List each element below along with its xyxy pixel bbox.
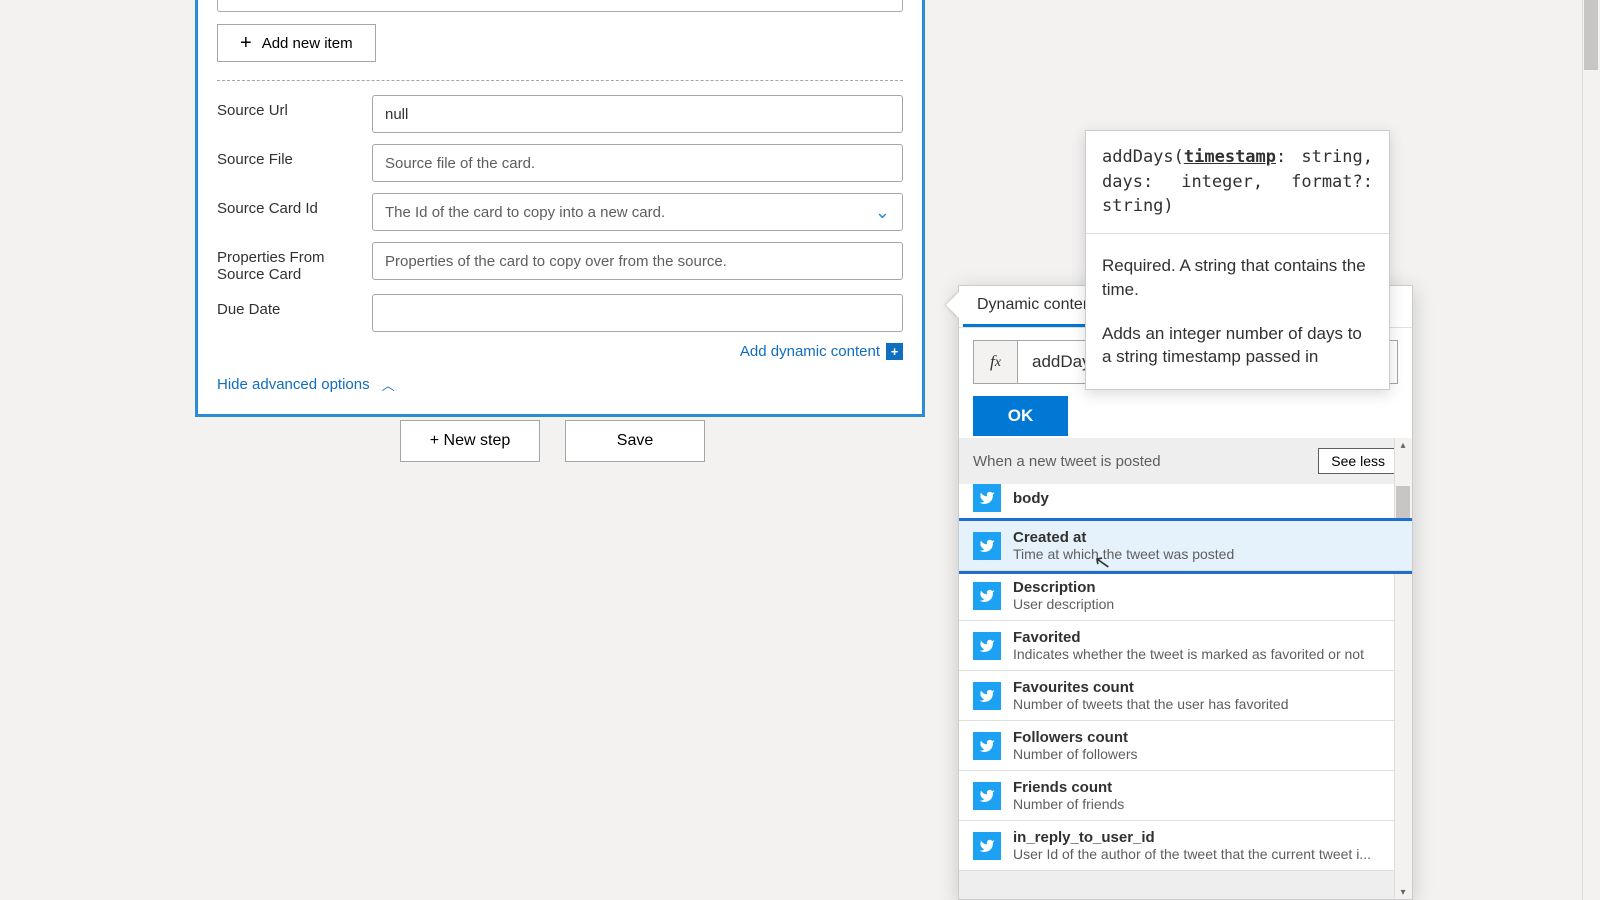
source-file-placeholder: Source file of the card. [385,155,535,172]
dynamic-item-title: Created at [1013,529,1398,546]
dynamic-item-title: in_reply_to_user_id [1013,829,1398,846]
source-card-id-row: Source Card Id The Id of the card to cop… [198,193,922,242]
tooltip-sig-param: timestamp [1184,147,1276,167]
dynamic-content-item[interactable]: in_reply_to_user_idUser Id of the author… [959,821,1412,871]
twitter-icon [973,732,1001,760]
chevron-up-icon: ︿ [382,375,395,394]
tooltip-signature: addDays(timestamp: string, days: integer… [1086,131,1389,234]
tooltip-desc-required: Required. A string that contains the tim… [1102,254,1373,302]
dynamic-item-text: Followers countNumber of followers [1013,729,1398,762]
scroll-up-icon[interactable]: ▴ [1396,438,1410,452]
dynamic-item-title: body [1013,490,1398,507]
source-card-id-label: Source Card Id [217,193,372,217]
tooltip-description: Required. A string that contains the tim… [1086,234,1389,389]
tooltip-sig-prefix: addDays( [1102,147,1184,167]
twitter-icon [973,532,1001,560]
see-less-button[interactable]: See less [1318,448,1398,474]
source-url-row: Source Url null [198,95,922,144]
page-scrollbar-thumb[interactable] [1584,0,1598,70]
separator [217,80,903,81]
source-card-id-select[interactable]: The Id of the card to copy into a new ca… [372,193,903,231]
dynamic-item-text: bodyRepresents a tweet post [1013,490,1398,507]
action-card: + Add new item Source Url null Source Fi… [195,0,925,417]
dynamic-item-title: Followers count [1013,729,1398,746]
dynamic-item-subtitle: Number of friends [1013,796,1398,812]
props-from-source-placeholder: Properties of the card to copy over from… [385,253,727,270]
source-file-label: Source File [217,144,372,168]
dynamic-item-text: in_reply_to_user_idUser Id of the author… [1013,829,1398,862]
dynamic-item-subtitle: User Id of the author of the tweet that … [1013,846,1398,862]
source-card-id-placeholder: The Id of the card to copy into a new ca… [385,204,665,221]
due-date-label: Due Date [217,294,372,318]
group-header-label: When a new tweet is posted [973,453,1161,470]
twitter-icon [973,682,1001,710]
dynamic-item-subtitle: User description [1013,596,1398,612]
ok-button[interactable]: OK [973,396,1068,436]
dynamic-content-list-container: When a new tweet is posted See less body… [959,438,1412,899]
dynamic-item-title: Friends count [1013,779,1398,796]
dynamic-content-item[interactable]: FavoritedIndicates whether the tweet is … [959,621,1412,671]
dynamic-content-group-header: When a new tweet is posted See less [959,438,1412,484]
twitter-icon [973,484,1001,512]
hide-advanced-options-toggle[interactable]: Hide advanced options ︿ [198,372,922,394]
dynamic-item-subtitle: Number of tweets that the user has favor… [1013,696,1398,712]
twitter-icon [973,632,1001,660]
save-button[interactable]: Save [565,420,705,462]
add-new-item-button[interactable]: + Add new item [217,24,376,62]
dynamic-item-text: Favourites countNumber of tweets that th… [1013,679,1398,712]
advanced-options-label: Hide advanced options [217,376,370,393]
dynamic-item-title: Favourites count [1013,679,1398,696]
panel-scrollbar[interactable]: ▴ ▾ [1394,438,1412,899]
add-dynamic-content-label: Add dynamic content [740,343,880,360]
dynamic-item-subtitle: Indicates whether the tweet is marked as… [1013,646,1398,662]
twitter-icon [973,582,1001,610]
twitter-icon [973,832,1001,860]
add-dynamic-content-link[interactable]: Add dynamic content + [198,343,922,372]
scroll-down-icon[interactable]: ▾ [1396,885,1410,899]
dynamic-item-text: FavoritedIndicates whether the tweet is … [1013,629,1398,662]
dynamic-content-item[interactable]: DescriptionUser description [959,571,1412,621]
dynamic-content-items: bodyRepresents a tweet post Created atTim… [959,484,1412,871]
add-dynamic-content-icon: + [886,343,903,360]
dynamic-item-text: Created atTime at which the tweet was po… [1013,529,1398,562]
page-scrollbar[interactable] [1582,0,1600,900]
dynamic-item-subtitle: Time at which the tweet was posted [1013,546,1398,562]
new-step-button[interactable]: + New step [400,420,540,462]
fx-icon: fx [974,341,1018,383]
twitter-icon [973,782,1001,810]
chevron-down-icon: ⌄ [875,202,890,223]
dynamic-content-item[interactable]: Followers countNumber of followers [959,721,1412,771]
tooltip-desc-summary: Adds an integer number of days to a stri… [1102,322,1373,370]
dynamic-content-item[interactable]: Favourites countNumber of tweets that th… [959,671,1412,721]
dynamic-item-title: Description [1013,579,1398,596]
dynamic-content-item[interactable]: Created atTime at which the tweet was po… [959,521,1412,571]
function-tooltip: addDays(timestamp: string, days: integer… [1085,130,1390,390]
source-url-label: Source Url [217,95,372,119]
dynamic-item-subtitle: Number of followers [1013,746,1398,762]
props-from-source-row: Properties From Source Card Properties o… [198,242,922,294]
source-file-row: Source File Source file of the card. [198,144,922,193]
due-date-input[interactable] [372,294,903,332]
dynamic-content-item[interactable]: bodyRepresents a tweet post [959,484,1412,521]
flow-footer-buttons: + New step Save [400,420,705,462]
dynamic-item-title: Favorited [1013,629,1398,646]
dynamic-item-text: DescriptionUser description [1013,579,1398,612]
add-new-item-label: Add new item [262,35,353,52]
dynamic-item-text: Friends countNumber of friends [1013,779,1398,812]
truncated-input[interactable] [217,0,903,12]
due-date-row: Due Date [198,294,922,343]
callout-arrow [946,292,959,318]
props-from-source-label: Properties From Source Card [217,242,372,283]
source-file-input[interactable]: Source file of the card. [372,144,903,182]
dynamic-content-item[interactable]: Friends countNumber of friends [959,771,1412,821]
source-url-value: null [385,106,408,123]
source-url-input[interactable]: null [372,95,903,133]
plus-icon: + [240,33,252,53]
props-from-source-input[interactable]: Properties of the card to copy over from… [372,242,903,280]
